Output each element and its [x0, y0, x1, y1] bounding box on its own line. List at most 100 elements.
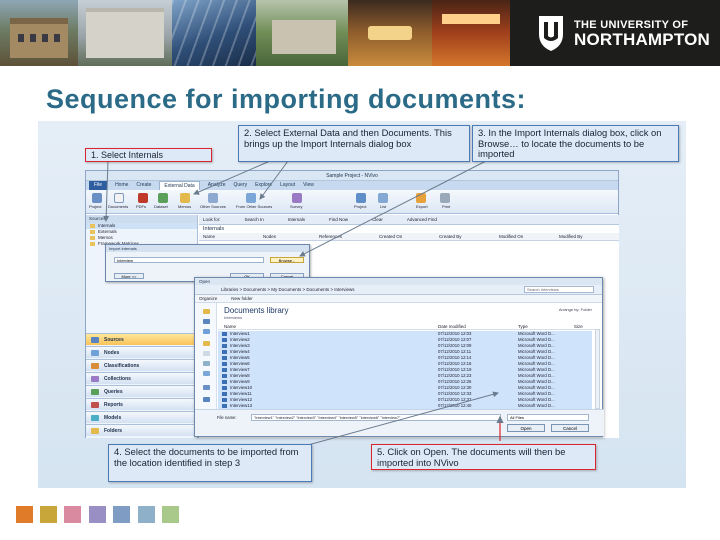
- ribbon-label-print[interactable]: Print: [442, 204, 450, 209]
- nvivo-title-bar: Sample Project - NVivo: [86, 171, 618, 181]
- print-icon[interactable]: [440, 193, 450, 203]
- nav-button-classifications[interactable]: Classifications: [86, 359, 198, 371]
- col-name[interactable]: Name: [224, 323, 236, 330]
- tab-view[interactable]: View: [303, 181, 314, 190]
- advanced-find-button[interactable]: Advanced Find: [407, 215, 437, 224]
- tab-external-data[interactable]: External Data: [159, 181, 200, 190]
- vertical-scrollbar[interactable]: [595, 329, 600, 409]
- open-file-dialog: Open Libraries > Documents > My Document…: [194, 277, 604, 437]
- nav-button-models[interactable]: Models: [86, 411, 198, 423]
- callout-step3: 3. In the Import Internals dialog box, c…: [472, 125, 679, 162]
- other-sources-icon[interactable]: [208, 193, 218, 203]
- list-icon[interactable]: [378, 193, 388, 203]
- dataset-icon[interactable]: [158, 193, 168, 203]
- memos-icon[interactable]: [180, 193, 190, 203]
- tab-layout[interactable]: Layout: [280, 181, 295, 190]
- nav-button-folders[interactable]: Folders: [86, 424, 198, 436]
- ribbon-label-other-sources[interactable]: Other Sources: [200, 204, 226, 209]
- computer-icon[interactable]: [203, 385, 210, 390]
- word-doc-icon: [222, 386, 227, 390]
- col-nodes[interactable]: Nodes: [259, 233, 315, 240]
- file-list: Documents library Interviews Arrange by:…: [218, 303, 602, 421]
- ribbon-label-memos[interactable]: Memos: [178, 204, 191, 209]
- nav-button-collections[interactable]: Collections: [86, 372, 198, 384]
- find-now-button[interactable]: Find Now: [329, 215, 348, 224]
- file-name-input[interactable]: "Interview1" "Interview2" "Interview3" "…: [251, 414, 501, 421]
- tab-explore[interactable]: Explore: [255, 181, 272, 190]
- ribbon-label-documents[interactable]: Documents: [108, 204, 128, 209]
- sources-header: Sources: [86, 215, 197, 223]
- ribbon-label-pdfs[interactable]: PDFs: [136, 204, 146, 209]
- word-doc-icon: [222, 332, 227, 336]
- downloads-icon[interactable]: [203, 329, 210, 334]
- pdf-icon[interactable]: [138, 193, 148, 203]
- desktop-icon[interactable]: [203, 319, 210, 324]
- organize-button[interactable]: Organize: [199, 295, 217, 302]
- tab-analyze[interactable]: Analyze: [208, 181, 226, 190]
- ribbon-label-from-other[interactable]: From Other Sources: [236, 204, 272, 209]
- address-bar[interactable]: Libraries > Documents > My Documents > D…: [195, 285, 602, 295]
- nav-button-nodes[interactable]: Nodes: [86, 346, 198, 358]
- col-type[interactable]: Type: [518, 323, 528, 330]
- ribbon-label-dataset[interactable]: Dataset: [154, 204, 168, 209]
- search-in-label: Search In: [244, 217, 264, 222]
- file-type-select[interactable]: All Files: [507, 414, 589, 421]
- file-path-field[interactable]: Interview: [114, 257, 264, 263]
- more-button[interactable]: More >>: [114, 273, 144, 279]
- library-subtitle: Interviews: [224, 315, 243, 320]
- ribbon-label-list[interactable]: List: [380, 204, 386, 209]
- logo-text-line2: NORTHAMPTON: [574, 30, 710, 49]
- cancel-button[interactable]: Cancel: [551, 424, 589, 432]
- network-icon[interactable]: [203, 397, 210, 402]
- col-name[interactable]: Name: [199, 233, 259, 240]
- open-button[interactable]: Open: [507, 424, 545, 432]
- nav-label: Classifications: [104, 363, 140, 369]
- search-input[interactable]: Search Interviews: [524, 286, 594, 293]
- col-date-modified[interactable]: Date modified: [438, 323, 466, 330]
- ribbon-label-survey[interactable]: Survey: [290, 204, 302, 209]
- documents-icon[interactable]: [203, 351, 210, 356]
- ribbon-label-export[interactable]: Export: [416, 204, 428, 209]
- col-created-on[interactable]: Created On: [375, 233, 435, 240]
- tab-file[interactable]: File: [89, 181, 108, 190]
- new-folder-button[interactable]: New folder: [231, 295, 253, 302]
- file-name-label: File name:: [217, 415, 237, 420]
- footer-square-1: [16, 506, 33, 523]
- tab-query[interactable]: Query: [234, 181, 248, 190]
- ribbon-tabs: File Home Create External Data Analyze Q…: [86, 181, 618, 190]
- open-dialog-title: Open: [195, 278, 602, 285]
- music-icon[interactable]: [203, 361, 210, 366]
- tab-home[interactable]: Home: [115, 181, 128, 190]
- project-icon[interactable]: [92, 193, 102, 203]
- col-modified-on[interactable]: Modified On: [495, 233, 555, 240]
- libraries-icon[interactable]: [203, 341, 210, 346]
- ribbon-label-project-export[interactable]: Project: [354, 204, 366, 209]
- col-size[interactable]: Size: [574, 323, 583, 330]
- nav-button-sources[interactable]: Sources: [86, 333, 198, 345]
- clear-button[interactable]: Clear: [372, 215, 383, 224]
- tab-create[interactable]: Create: [136, 181, 151, 190]
- arrange-by-select[interactable]: Arrange by: Folder: [559, 307, 592, 312]
- col-modified-by[interactable]: Modified By: [555, 233, 615, 240]
- word-doc-icon: [222, 338, 227, 342]
- export-icon[interactable]: [416, 193, 426, 203]
- nav-button-reports[interactable]: Reports: [86, 398, 198, 410]
- word-doc-icon: [222, 398, 227, 402]
- address-path[interactable]: Libraries > Documents > My Documents > D…: [221, 287, 355, 292]
- open-toolbar: Organize New folder: [195, 295, 602, 303]
- survey-icon[interactable]: [292, 193, 302, 203]
- col-created-by[interactable]: Created By: [435, 233, 495, 240]
- campus-photo-5: [348, 0, 432, 66]
- col-references[interactable]: References: [315, 233, 375, 240]
- university-logo: THE UNIVERSITY OF NORTHAMPTON: [510, 0, 720, 66]
- from-other-sources-icon[interactable]: [246, 193, 256, 203]
- nav-button-queries[interactable]: Queries: [86, 385, 198, 397]
- search-in-select[interactable]: Internals: [288, 215, 305, 224]
- favorites-icon[interactable]: [203, 309, 210, 314]
- browse-button[interactable]: Browse...: [270, 257, 304, 263]
- documents-icon[interactable]: [114, 193, 124, 203]
- export-project-icon[interactable]: [356, 193, 366, 203]
- nav-label: Folders: [104, 428, 123, 434]
- pictures-icon[interactable]: [203, 371, 210, 376]
- word-doc-icon: [222, 356, 227, 360]
